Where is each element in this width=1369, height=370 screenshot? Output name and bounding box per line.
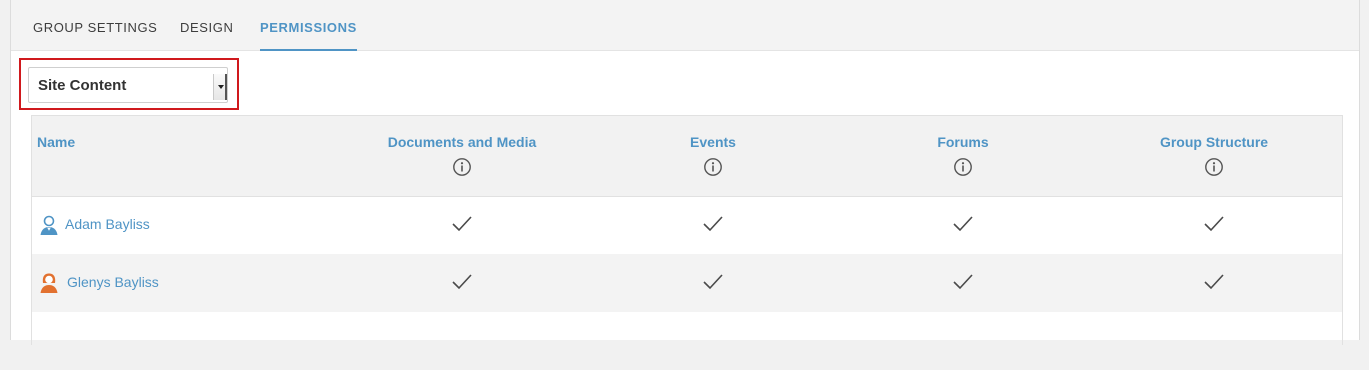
tab-label: DESIGN xyxy=(180,20,234,35)
info-icon[interactable] xyxy=(953,157,973,177)
female-user-icon xyxy=(40,273,58,293)
permission-scope-select[interactable]: Site Content xyxy=(28,67,228,103)
info-icon[interactable] xyxy=(1204,157,1224,177)
user-name: Glenys Bayliss xyxy=(67,274,159,290)
table-row: Adam Bayliss xyxy=(32,196,1342,254)
male-user-icon xyxy=(40,215,58,235)
column-header-group-structure[interactable]: Group Structure xyxy=(1160,134,1268,150)
column-header-forums[interactable]: Forums xyxy=(937,134,988,150)
tab-label: PERMISSIONS xyxy=(260,20,357,35)
check-icon xyxy=(1204,274,1224,290)
check-icon xyxy=(953,216,973,232)
check-icon xyxy=(1204,216,1224,232)
check-icon xyxy=(452,216,472,232)
active-tab-indicator xyxy=(260,49,357,51)
tab-label: GROUP SETTINGS xyxy=(33,20,158,35)
tab-design[interactable]: DESIGN xyxy=(180,20,233,50)
table-header: Name Documents and Media Events Forums G… xyxy=(32,115,1342,197)
user-name: Adam Bayliss xyxy=(65,216,150,232)
tab-permissions[interactable]: PERMISSIONS xyxy=(260,20,357,51)
column-header-events[interactable]: Events xyxy=(690,134,736,150)
check-icon xyxy=(703,274,723,290)
check-icon xyxy=(953,274,973,290)
info-icon[interactable] xyxy=(703,157,723,177)
dropdown-arrow-icon[interactable] xyxy=(213,74,227,100)
check-icon xyxy=(452,274,472,290)
info-icon[interactable] xyxy=(452,157,472,177)
tab-bar: GROUP SETTINGS DESIGN PERMISSIONS xyxy=(11,0,1359,51)
column-header-name[interactable]: Name xyxy=(37,134,75,150)
table-row: Glenys Bayliss xyxy=(32,254,1342,312)
permissions-table: Name Documents and Media Events Forums G… xyxy=(31,115,1343,345)
column-header-documents-and-media[interactable]: Documents and Media xyxy=(388,134,537,150)
select-value: Site Content xyxy=(38,77,127,94)
permissions-panel: GROUP SETTINGS DESIGN PERMISSIONS Site C… xyxy=(10,0,1360,345)
tab-group-settings[interactable]: GROUP SETTINGS xyxy=(33,20,157,50)
check-icon xyxy=(703,216,723,232)
